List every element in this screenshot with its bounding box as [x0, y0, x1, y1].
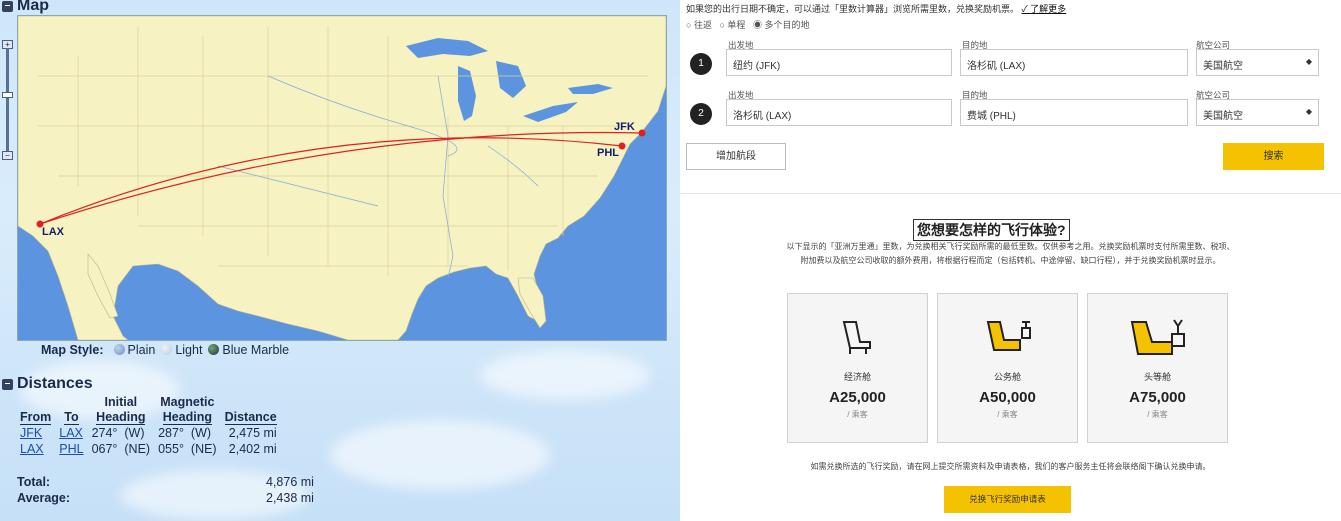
notice-text: 如果您的出行日期不确定，可以通过「里数计算器」浏览所需里数，兑换奖励机票。	[686, 4, 1020, 14]
to-link[interactable]: PHL	[55, 441, 87, 457]
distance-value: 2,475 mi	[228, 426, 277, 440]
airline-select[interactable]: 美国航空 ◆	[1196, 49, 1319, 76]
airport-label-lax: LAX	[42, 226, 65, 238]
globe-icon	[113, 344, 125, 355]
learn-more-link[interactable]: ✓ 了解更多	[1022, 4, 1067, 14]
distances-table: Initial Magnetic From To Heading Heading…	[16, 395, 281, 457]
zoom-out-icon[interactable]: −	[2, 151, 13, 160]
award-search-panel: 如果您的出行日期不确定，可以通过「里数计算器」浏览所需里数，兑换奖励机票。 ✓ …	[680, 0, 1341, 521]
map-style-label: Map Style:	[41, 343, 104, 357]
zoom-track	[6, 48, 9, 152]
average-label: Average:	[17, 491, 71, 505]
divider	[680, 193, 1341, 194]
business-seat-icon	[986, 321, 1031, 351]
airport-marker-jfk[interactable]	[638, 129, 646, 137]
header-magnetic-bottom: Heading	[162, 410, 212, 425]
initial-heading: 067° (NE)	[91, 442, 151, 456]
award-request-form-button[interactable]: 兑换飞行奖励申请表	[944, 486, 1071, 513]
header-initial-top: Initial	[104, 395, 138, 409]
table-row: LAX PHL 067° (NE) 055° (NE) 2,402 mi	[16, 441, 281, 457]
magnetic-heading: 055° (NE)	[158, 442, 217, 456]
airport-marker-phl[interactable]	[618, 142, 626, 150]
cloud-decoration	[330, 420, 550, 490]
table-row: JFK LAX 274° (W) 287° (W) 2,475 mi	[16, 425, 281, 441]
first-class-seat-icon	[1130, 319, 1185, 355]
initial-heading: 274° (W)	[91, 426, 145, 440]
destination-input[interactable]: 费城 (PHL)	[960, 99, 1188, 126]
destination-input[interactable]: 洛杉矶 (LAX)	[960, 49, 1188, 76]
map-zoom-control[interactable]: + −	[2, 40, 13, 160]
header-from: From	[20, 410, 52, 425]
distance-value: 2,402 mi	[228, 442, 277, 456]
magnetic-heading: 287° (W)	[158, 426, 212, 440]
flight-distance-panel: – Map + − JFK PHL LAX Map Style: Plain L…	[0, 0, 680, 521]
experience-description-line-2: 附加费以及航空公司收取的额外费用，将根据行程而定（包括转机、中途停留、缺口行程）…	[800, 256, 1221, 265]
cabin-card-economy[interactable]: 经济舱 A25,000 / 乘客	[787, 293, 928, 443]
cabin-card-first[interactable]: 头等舱 A75,000 / 乘客	[1087, 293, 1228, 443]
distances-title: Distances	[17, 375, 93, 392]
collapse-icon[interactable]: –	[2, 0, 13, 12]
segment-number: 2	[690, 103, 712, 125]
radio-round-trip[interactable]: ○ 往返	[686, 20, 712, 30]
header-initial-bottom: Heading	[96, 410, 146, 425]
header-to: To	[64, 410, 79, 425]
map-title: Map	[17, 0, 49, 14]
airport-label-phl: PHL	[597, 147, 619, 159]
map-style-light[interactable]: Light	[161, 343, 202, 357]
map-canvas[interactable]: JFK PHL LAX	[18, 16, 666, 340]
cloud-decoration	[480, 350, 650, 400]
economy-seat-icon	[842, 321, 871, 354]
globe-icon	[208, 344, 220, 355]
map-style-selector: Map Style: Plain Light Blue Marble	[41, 343, 289, 357]
from-link[interactable]: LAX	[16, 441, 55, 457]
header-distance: Distance	[224, 410, 277, 425]
trip-type-selector: ○ 往返 ○ 单程 ◉ 多个目的地	[686, 18, 809, 31]
airport-label-jfk: JFK	[614, 121, 635, 133]
radio-one-way[interactable]: ○ 单程	[719, 20, 745, 30]
header-magnetic-top: Magnetic	[160, 395, 215, 409]
cabin-card-business[interactable]: 公务舱 A50,000 / 乘客	[937, 293, 1078, 443]
footer-text: 如需兑换所选的飞行奖励，请在网上提交所需资料及申请表格，我们的客户服务主任将会联…	[810, 462, 1211, 471]
to-link[interactable]: LAX	[55, 425, 87, 441]
origin-input[interactable]: 洛杉矶 (LAX)	[726, 99, 952, 126]
average-value: 2,438 mi	[266, 491, 314, 505]
airline-select[interactable]: 美国航空 ◆	[1196, 99, 1319, 126]
zoom-slider-handle[interactable]	[2, 92, 13, 98]
globe-icon	[161, 344, 173, 355]
experience-description-line-1: 以下显示的「亚洲万里通」里数，为兑换相关飞行奖励所需的最低里数。仅供参考之用。兑…	[786, 242, 1235, 251]
select-arrow-icon: ◆	[1305, 57, 1312, 66]
map-style-blue-marble[interactable]: Blue Marble	[208, 343, 289, 357]
total-label: Total:	[17, 475, 51, 489]
search-button[interactable]: 搜索	[1223, 143, 1324, 170]
map-style-plain[interactable]: Plain	[113, 343, 155, 357]
total-value: 4,876 mi	[266, 475, 314, 489]
distances-section-header[interactable]: – Distances	[2, 375, 93, 393]
select-arrow-icon: ◆	[1305, 107, 1312, 116]
route-map[interactable]: JFK PHL LAX	[17, 15, 667, 341]
segment-number: 1	[690, 53, 712, 75]
radio-multi-city[interactable]: ◉ 多个目的地	[753, 20, 810, 30]
notice-row: 如果您的出行日期不确定，可以通过「里数计算器」浏览所需里数，兑换奖励机票。 ✓ …	[686, 2, 1066, 15]
map-section-header[interactable]: – Map	[2, 0, 49, 15]
from-link[interactable]: JFK	[16, 425, 55, 441]
collapse-icon[interactable]: –	[2, 378, 13, 390]
origin-input[interactable]: 纽约 (JFK)	[726, 49, 952, 76]
add-segment-button[interactable]: 增加航段	[686, 143, 786, 170]
experience-title: 您想要怎样的飞行体验?	[913, 219, 1070, 241]
